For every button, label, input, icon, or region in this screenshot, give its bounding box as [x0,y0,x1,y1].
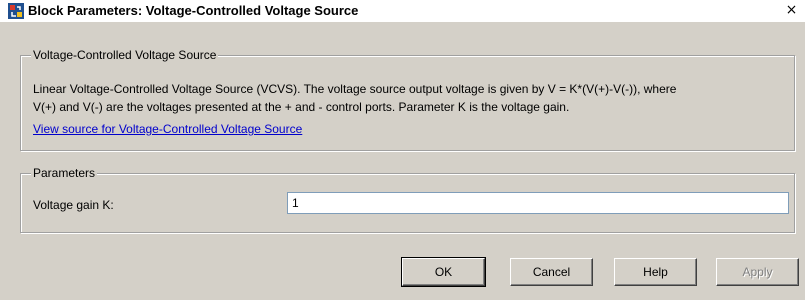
simulink-block-icon [8,3,24,19]
title-bar[interactable]: Block Parameters: Voltage-Controlled Vol… [0,0,805,22]
block-parameters-dialog: Block Parameters: Voltage-Controlled Vol… [0,0,805,300]
voltage-gain-label: Voltage gain K: [33,198,114,212]
cancel-button[interactable]: Cancel [510,258,593,286]
voltage-gain-input[interactable] [287,192,789,214]
ok-button[interactable]: OK [401,257,486,287]
description-group-legend: Voltage-Controlled Voltage Source [31,48,219,62]
window-title: Block Parameters: Voltage-Controlled Vol… [28,3,359,18]
parameters-group: Parameters Voltage gain K: [20,166,795,233]
block-description: Linear Voltage-Controlled Voltage Source… [33,80,783,116]
help-button[interactable]: Help [614,258,697,286]
description-line-1: Linear Voltage-Controlled Voltage Source… [33,82,677,96]
parameters-group-legend: Parameters [31,166,98,180]
apply-button[interactable]: Apply [716,258,799,286]
view-source-link[interactable]: View source for Voltage-Controlled Volta… [33,122,302,136]
description-line-2: V(+) and V(-) are the voltages presented… [33,100,570,114]
description-group: Voltage-Controlled Voltage Source Linear… [20,48,795,151]
close-icon[interactable]: × [783,2,800,19]
